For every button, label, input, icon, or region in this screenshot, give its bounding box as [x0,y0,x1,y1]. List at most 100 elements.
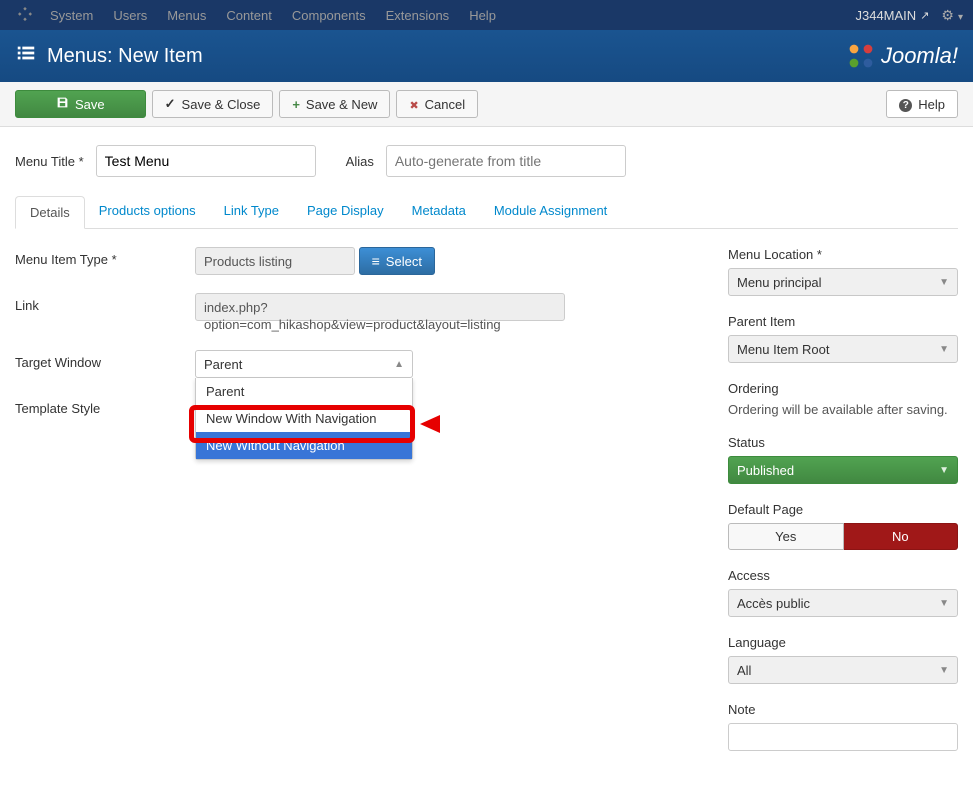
status-group: Status Published▼ [728,435,958,484]
header-left: Menus: New Item [15,42,203,70]
title-input[interactable] [96,145,316,177]
link-row: Link index.php?option=com_hikashop&view=… [15,293,688,332]
menu-item-type-value: Products listing [195,247,355,275]
tab-page-display[interactable]: Page Display [293,195,398,228]
default-page-no[interactable]: No [844,523,959,550]
save-new-button[interactable]: Save & New [279,90,390,118]
default-page-toggle: Yes No [728,523,958,550]
title-group: Menu Title * [15,145,316,177]
tab-products-options[interactable]: Products options [85,195,210,228]
save-button[interactable]: Save [15,90,146,118]
target-window-menu: Parent New Window With Navigation New Wi… [195,378,413,460]
caret-icon: ▼ [939,465,949,476]
link-value: index.php?option=com_hikashop&view=produ… [195,293,565,321]
link-control: index.php?option=com_hikashop&view=produ… [195,293,688,332]
top-nav-left: System Users Menus Content Components Ex… [10,7,506,24]
note-group: Note [728,702,958,751]
status-label: Status [728,435,958,450]
alias-input[interactable] [386,145,626,177]
ordering-text: Ordering will be available after saving. [728,402,948,417]
menu-location-label: Menu Location * [728,247,958,262]
access-label: Access [728,568,958,583]
nav-content[interactable]: Content [216,8,282,23]
toolbar: Save Save & Close Save & New Cancel Help [0,82,973,127]
nav-users[interactable]: Users [103,8,157,23]
default-page-label: Default Page [728,502,958,517]
note-input[interactable] [728,723,958,751]
alias-group: Alias [346,145,626,177]
toolbar-right: Help [886,90,958,118]
brand-text: Joomla! [881,43,958,69]
ordering-label: Ordering [728,381,958,396]
access-select[interactable]: Accès public▼ [728,589,958,617]
caret-icon: ▼ [939,277,949,288]
site-link[interactable]: J344MAIN↗ [855,8,929,23]
language-group: Language All▼ [728,635,958,684]
ordering-group: Ordering Ordering will be available afte… [728,381,958,417]
help-icon [899,96,912,112]
target-window-option-parent[interactable]: Parent [196,378,412,405]
top-nav: System Users Menus Content Components Ex… [0,0,973,30]
form-col-right: Menu Location * Menu principal▼ Parent I… [728,247,958,769]
parent-item-select[interactable]: Menu Item Root▼ [728,335,958,363]
toolbar-left: Save Save & Close Save & New Cancel [15,90,478,118]
save-icon [56,96,69,112]
caret-icon: ▼ [939,598,949,609]
check-icon [165,96,176,112]
template-style-label: Template Style [15,396,195,416]
target-window-option-new-without-nav[interactable]: New Without Navigation [196,432,412,459]
caret-down-icon [958,8,963,23]
title-label: Menu Title * [15,154,84,169]
nav-menus[interactable]: Menus [157,8,216,23]
menu-item-type-label: Menu Item Type * [15,247,195,267]
target-window-row: Target Window Parent ▲ Parent New Window… [15,350,688,378]
tab-module-assignment[interactable]: Module Assignment [480,195,621,228]
help-button[interactable]: Help [886,90,958,118]
form-area: Menu Title * Alias Details Products opti… [0,127,973,787]
target-window-control: Parent ▲ Parent New Window With Navigati… [195,350,688,378]
settings-menu[interactable] [941,7,963,24]
target-window-selected: Parent [204,357,242,372]
select-type-button[interactable]: Select [359,247,435,275]
joomla-logo-icon [847,42,875,70]
nav-components[interactable]: Components [282,8,376,23]
language-label: Language [728,635,958,650]
tabs: Details Products options Link Type Page … [15,195,958,229]
menu-item-type-row: Menu Item Type * Products listing Select [15,247,688,275]
target-window-toggle[interactable]: Parent ▲ [195,350,413,378]
gear-icon [941,7,954,24]
menu-location-group: Menu Location * Menu principal▼ [728,247,958,296]
status-select[interactable]: Published▼ [728,456,958,484]
form-row-top: Menu Title * Alias [15,145,958,177]
save-close-button[interactable]: Save & Close [152,90,274,118]
parent-item-group: Parent Item Menu Item Root▼ [728,314,958,363]
menu-location-select[interactable]: Menu principal▼ [728,268,958,296]
cancel-icon [409,97,418,112]
target-window-option-new-with-nav[interactable]: New Window With Navigation [196,405,412,432]
caret-icon: ▼ [939,665,949,676]
form-body: Menu Item Type * Products listing Select… [15,247,958,769]
parent-item-label: Parent Item [728,314,958,329]
menu-item-type-control: Products listing Select [195,247,688,275]
note-label: Note [728,702,958,717]
tab-details[interactable]: Details [15,196,85,229]
target-window-dropdown[interactable]: Parent ▲ Parent New Window With Navigati… [195,350,413,378]
top-nav-right: J344MAIN↗ [855,7,963,24]
plus-icon [292,97,300,112]
cancel-button[interactable]: Cancel [396,90,478,118]
nav-help[interactable]: Help [459,8,506,23]
header-bar: Menus: New Item Joomla! [0,30,973,82]
default-page-group: Default Page Yes No [728,502,958,550]
brand: Joomla! [847,42,958,70]
tab-metadata[interactable]: Metadata [398,195,480,228]
joomla-icon[interactable] [10,7,40,24]
tab-link-type[interactable]: Link Type [210,195,293,228]
nav-system[interactable]: System [40,8,103,23]
language-select[interactable]: All▼ [728,656,958,684]
list-icon [15,42,37,70]
nav-extensions[interactable]: Extensions [376,8,460,23]
default-page-yes[interactable]: Yes [728,523,844,550]
arrow-up-icon: ▲ [394,359,404,370]
access-group: Access Accès public▼ [728,568,958,617]
alias-label: Alias [346,154,374,169]
